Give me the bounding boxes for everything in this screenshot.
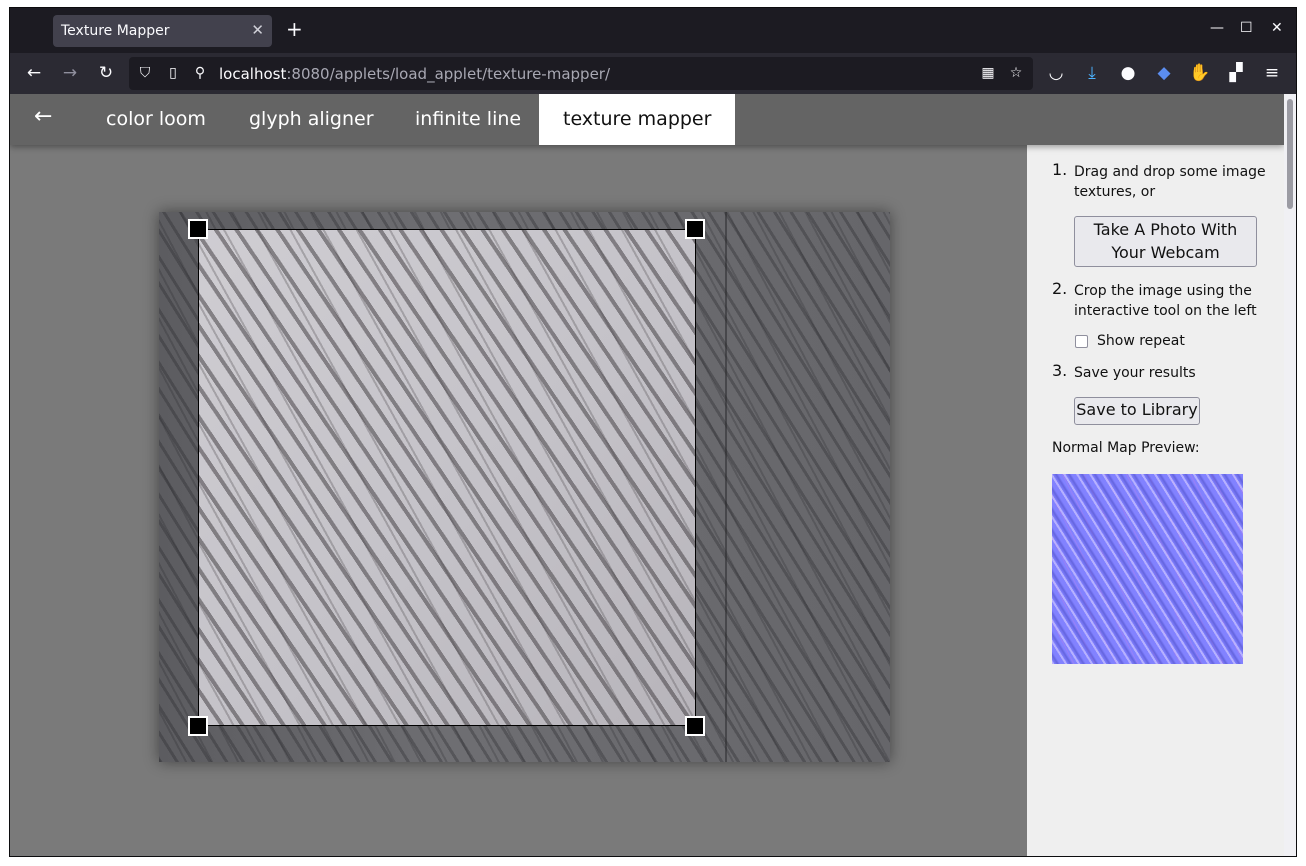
webcam-photo-button[interactable]: Take A Photo With Your Webcam — [1074, 216, 1257, 267]
page-icon[interactable]: ▯ — [164, 64, 182, 82]
step-1: 1. Drag and drop some image textures, or — [1052, 160, 1277, 202]
bookmark-star-icon[interactable]: ☆ — [1007, 64, 1025, 82]
url-bar[interactable]: ⛉ ▯ ⚲ localhost:8080/applets/load_applet… — [129, 57, 1033, 90]
step-3-text: Save your results — [1074, 365, 1196, 381]
maximize-button[interactable]: ☐ — [1240, 20, 1253, 36]
browser-tab[interactable]: Texture Mapper ✕ — [53, 15, 272, 47]
tab-texture-mapper[interactable]: texture mapper — [539, 94, 736, 145]
extension-s-icon[interactable]: ● — [1117, 62, 1139, 84]
url-text[interactable]: localhost:8080/applets/load_applet/textu… — [219, 65, 610, 83]
side-panel: 1. Drag and drop some image textures, or… — [1027, 145, 1284, 856]
crop-handle-bottom-left[interactable] — [188, 716, 208, 736]
permissions-icon[interactable]: ⚲ — [191, 64, 209, 82]
step-2-text: Crop the image using the interactive too… — [1074, 283, 1257, 319]
crop-stage — [10, 145, 1027, 856]
menu-icon[interactable]: ≡ — [1261, 62, 1283, 84]
back-icon[interactable]: ← — [23, 62, 45, 84]
tab-glyph-aligner[interactable]: glyph aligner — [225, 94, 398, 145]
extension-cap-icon[interactable]: ◆ — [1153, 62, 1175, 84]
normal-map-preview — [1052, 474, 1243, 664]
step-2-number: 2. — [1052, 279, 1068, 298]
show-repeat-label[interactable]: Show repeat — [1097, 333, 1185, 349]
qr-icon[interactable]: ▦ — [979, 64, 997, 82]
tab-infinite-line[interactable]: infinite line — [391, 94, 545, 145]
crop-handle-top-left[interactable] — [188, 219, 208, 239]
shield-icon[interactable]: ⛉ — [136, 64, 154, 82]
step-1-number: 1. — [1052, 160, 1068, 179]
crop-region[interactable] — [198, 229, 696, 726]
crop-handle-bottom-right[interactable] — [685, 716, 705, 736]
tab-close-icon[interactable]: ✕ — [251, 21, 264, 39]
normal-map-label: Normal Map Preview: — [1052, 440, 1200, 456]
pocket-icon[interactable]: ◡ — [1045, 62, 1067, 84]
back-arrow-icon[interactable]: ← — [34, 104, 52, 129]
save-to-library-button[interactable]: Save to Library — [1074, 397, 1200, 425]
tab-color-loom[interactable]: color loom — [82, 94, 230, 145]
minimize-button[interactable]: — — [1210, 20, 1224, 36]
source-image-line — [725, 212, 727, 762]
reload-icon[interactable]: ↻ — [95, 62, 117, 84]
forward-icon[interactable]: → — [59, 62, 81, 84]
applet-nav: ← color loom glyph aligner infinite line… — [10, 94, 1284, 145]
scrollbar-thumb[interactable] — [1287, 99, 1293, 209]
tab-strip: Texture Mapper ✕ + — ☐ ✕ — [10, 8, 1296, 53]
nav-toolbar: ← → ↻ ⛉ ▯ ⚲ localhost:8080/applets/load_… — [10, 53, 1296, 94]
tab-title: Texture Mapper — [61, 23, 170, 39]
step-3: 3. Save your results — [1052, 361, 1277, 383]
show-repeat-checkbox[interactable] — [1075, 335, 1088, 348]
extension-gnome-icon[interactable]: ✋ — [1189, 62, 1211, 84]
page-scrollbar[interactable] — [1284, 94, 1296, 856]
step-3-number: 3. — [1052, 361, 1068, 380]
download-icon[interactable]: ⤓ — [1081, 62, 1103, 84]
extensions-icon[interactable]: ▞ — [1225, 62, 1247, 84]
new-tab-button[interactable]: + — [286, 19, 303, 39]
step-2: 2. Crop the image using the interactive … — [1052, 279, 1277, 321]
step-1-text: Drag and drop some image textures, or — [1074, 164, 1266, 200]
close-window-button[interactable]: ✕ — [1271, 20, 1283, 36]
crop-handle-top-right[interactable] — [685, 219, 705, 239]
crop-region-texture — [199, 230, 695, 725]
browser-window: Texture Mapper ✕ + — ☐ ✕ ← → ↻ ⛉ ▯ ⚲ loc… — [9, 7, 1297, 857]
page-content: ← color loom glyph aligner infinite line… — [10, 94, 1284, 856]
